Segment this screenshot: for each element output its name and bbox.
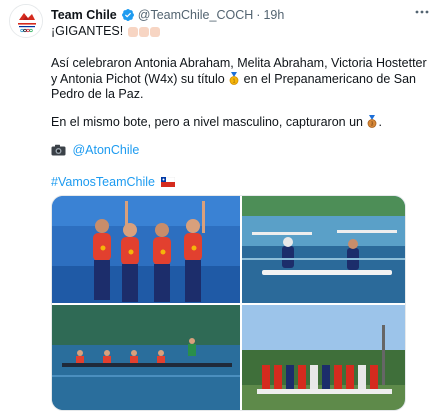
author-name[interactable]: Team Chile — [51, 8, 117, 22]
tweet-paragraph-1: Así celebraron Antonia Abraham, Melita A… — [51, 56, 431, 103]
tweet-photo-credit: @AtonChile — [51, 143, 431, 159]
tweet-card[interactable]: Team Chile @TeamChile_COCH · 19h ¡GIGANT… — [0, 0, 443, 415]
team-podium-image — [242, 305, 405, 410]
gold-medal-icon: 1 — [229, 71, 239, 85]
single-sculls-photo[interactable] — [242, 196, 405, 303]
hashtag-link[interactable]: #VamosTeamChile — [51, 175, 155, 189]
verified-badge-icon — [121, 9, 134, 21]
clapping-hands-emoji-icon — [127, 26, 160, 42]
paragraph-2-text: En el mismo bote, pero a nivel masculino… — [51, 115, 363, 129]
media-grid — [51, 195, 406, 411]
rowing-eight-photo[interactable] — [52, 305, 240, 410]
paragraph-2-period: . — [378, 115, 382, 129]
author-handle[interactable]: @TeamChile_COCH — [138, 8, 254, 22]
tweet-hashtag-line: #VamosTeamChile — [51, 175, 431, 191]
more-options-button[interactable] — [413, 5, 431, 19]
tweet-paragraph-2: En el mismo bote, pero a nivel masculino… — [51, 115, 431, 131]
svg-text:1: 1 — [233, 78, 236, 84]
photo-credit-mention[interactable]: @AtonChile — [72, 143, 139, 157]
camera-icon — [51, 144, 66, 156]
tweet-line-gigantes: ¡GIGANTES! — [51, 24, 431, 42]
bronze-medal-icon: 3 — [368, 115, 377, 128]
gigantes-text: ¡GIGANTES! — [51, 24, 124, 38]
single-sculls-image — [242, 196, 405, 303]
header-separator: · — [256, 8, 261, 22]
svg-text:3: 3 — [371, 122, 374, 128]
team-podium-photo[interactable] — [242, 305, 405, 410]
rowing-eight-image — [52, 305, 240, 410]
more-options-icon — [415, 10, 429, 14]
team-chile-logo-icon — [10, 5, 42, 37]
rowers-celebrating-photo[interactable] — [52, 196, 240, 303]
tweet-timestamp[interactable]: 19h — [263, 8, 284, 22]
author-avatar[interactable] — [9, 4, 43, 38]
tweet-header: Team Chile @TeamChile_COCH · 19h — [51, 6, 431, 24]
chile-flag-icon — [161, 177, 176, 187]
rowers-celebrating-image — [52, 196, 240, 303]
